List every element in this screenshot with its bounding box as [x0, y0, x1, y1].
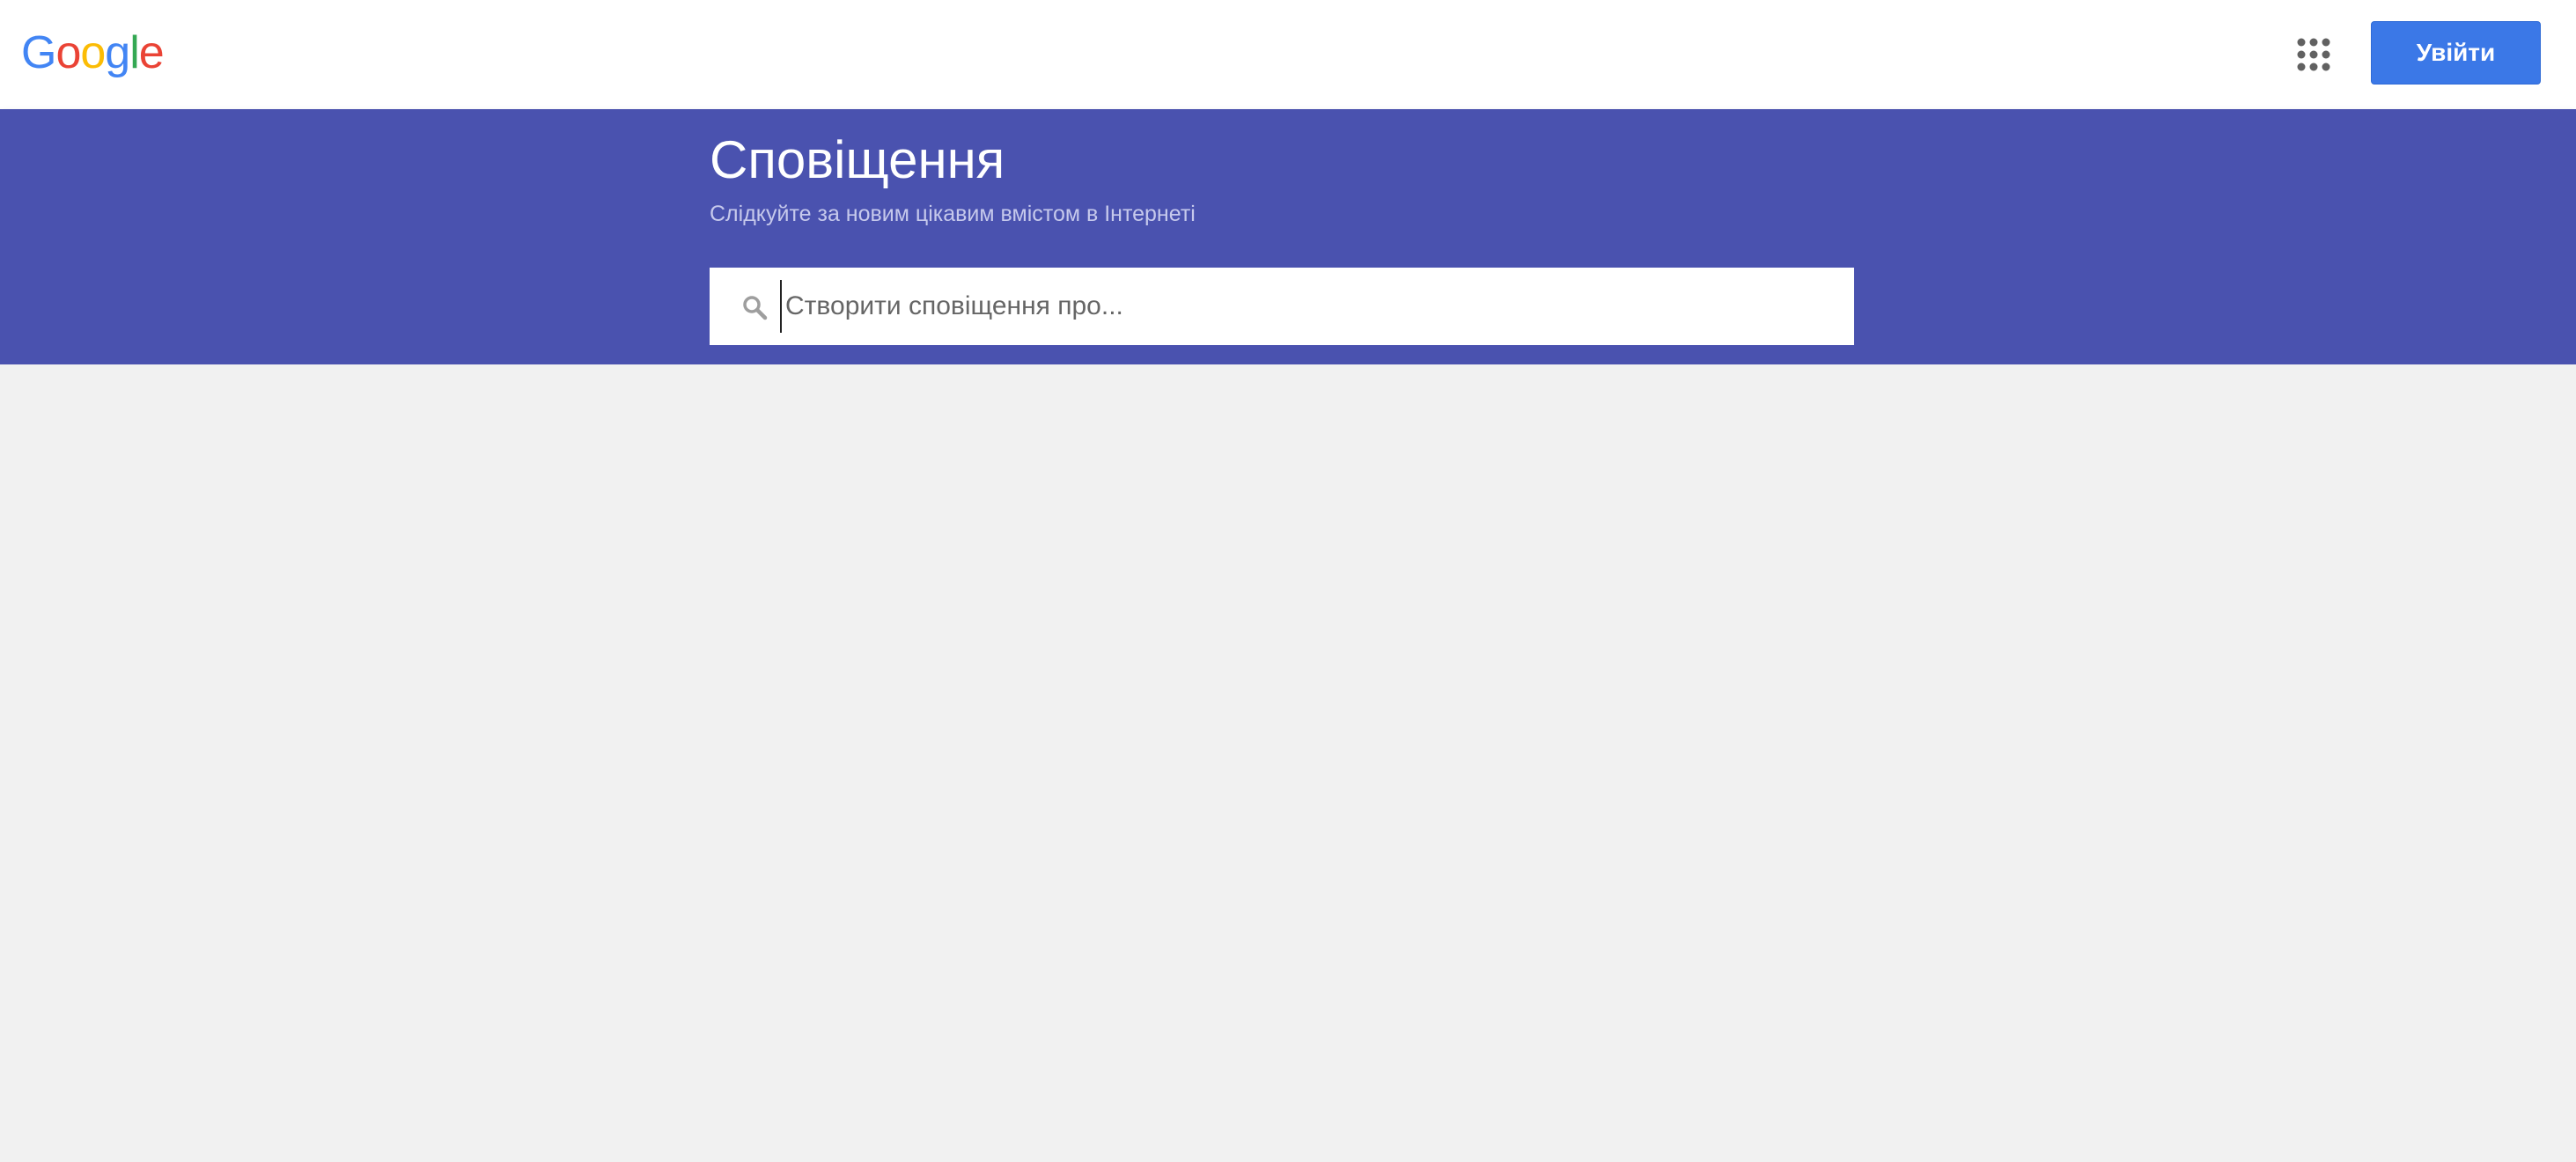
search-icon [741, 294, 768, 320]
apps-grid-icon[interactable] [2294, 35, 2333, 74]
logo-letter: l [129, 27, 140, 78]
logo-letter: G [21, 27, 56, 78]
logo-letter: o [55, 27, 81, 78]
page-title: Сповіщення [710, 130, 1005, 189]
content-area [0, 364, 2576, 1162]
logo-letter: e [138, 27, 165, 78]
top-bar: Google Увійти [0, 0, 2576, 109]
page-subtitle: Слідкуйте за новим цікавим вмістом в Інт… [710, 202, 1196, 226]
sign-in-button[interactable]: Увійти [2371, 21, 2541, 85]
google-logo[interactable]: Google [21, 26, 165, 79]
logo-letter: o [80, 27, 106, 78]
create-alert-search-box[interactable] [710, 268, 1854, 345]
create-alert-input[interactable] [780, 280, 1833, 333]
logo-letter: g [105, 27, 130, 78]
